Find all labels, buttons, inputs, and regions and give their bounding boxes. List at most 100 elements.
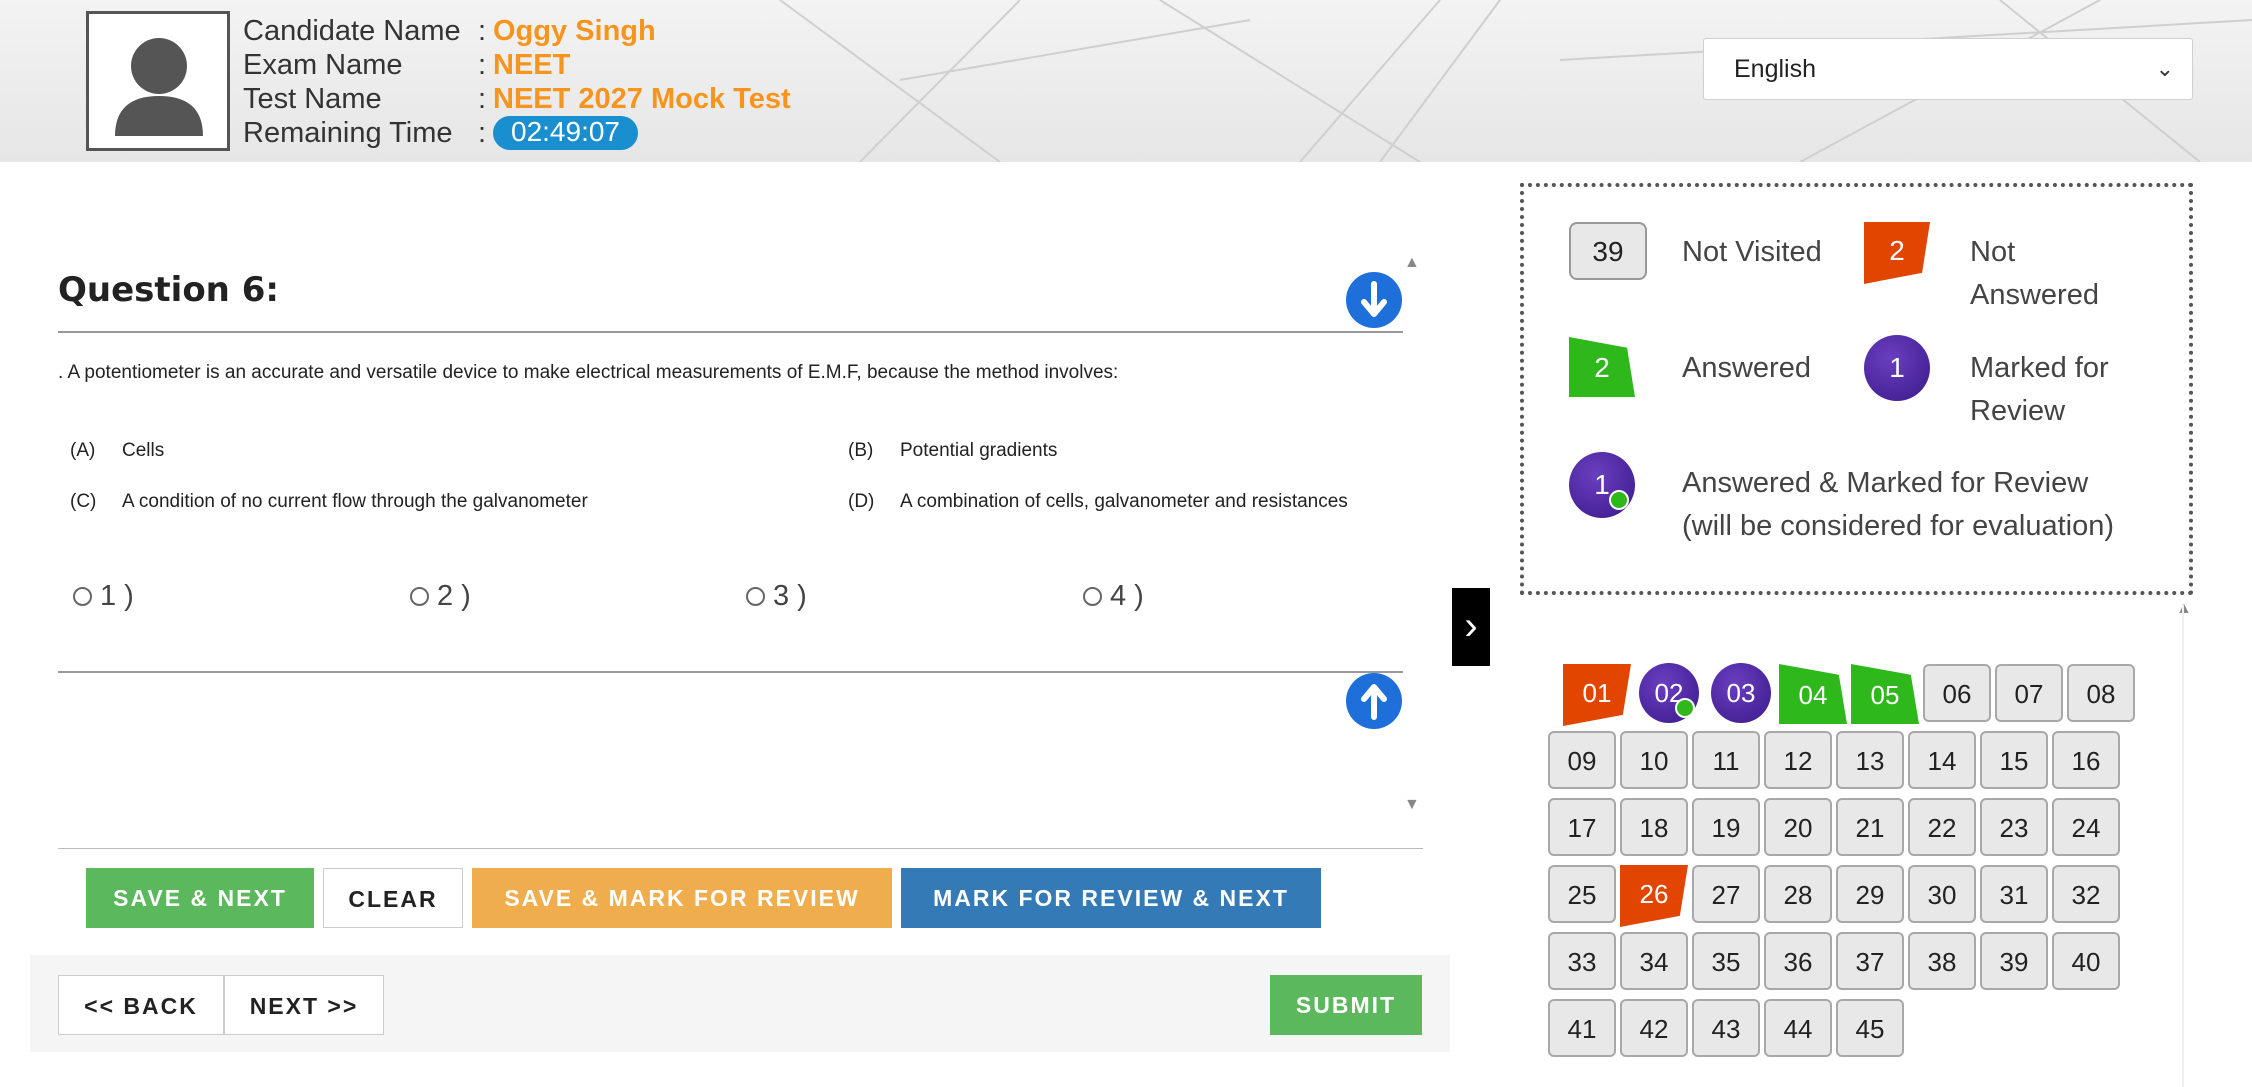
- palette-question-19[interactable]: 19: [1692, 798, 1760, 856]
- palette-question-33[interactable]: 33: [1548, 932, 1616, 990]
- palette-question-37[interactable]: 37: [1836, 932, 1904, 990]
- option-text: A condition of no current flow through t…: [122, 491, 588, 512]
- legend-answered-chip: 2: [1569, 337, 1635, 397]
- legend-text-line: Answered & Marked for Review: [1682, 467, 2089, 499]
- legend-count: 1: [1594, 469, 1610, 500]
- palette-question-24[interactable]: 24: [2052, 798, 2120, 856]
- palette-question-27[interactable]: 27: [1692, 865, 1760, 923]
- radio-circle[interactable]: [746, 587, 765, 606]
- palette-question-09[interactable]: 09: [1548, 731, 1616, 789]
- answered-tick-icon: [1675, 698, 1695, 718]
- palette-question-39[interactable]: 39: [1980, 932, 2048, 990]
- legend-marked-chip: 1: [1864, 335, 1930, 401]
- scroll-down-icon[interactable]: [1346, 272, 1402, 328]
- legend-not-answered-chip: 2: [1864, 222, 1930, 284]
- divider: [58, 671, 1403, 673]
- colon: :: [478, 83, 487, 115]
- colon: :: [478, 15, 487, 47]
- collapse-panel-toggle[interactable]: ›: [1452, 588, 1490, 666]
- palette-question-36[interactable]: 36: [1764, 932, 1832, 990]
- legend-text-line: Answered: [1970, 279, 2099, 311]
- option-key: (B): [848, 440, 874, 461]
- radio-label: 2 ): [437, 580, 471, 612]
- palette-question-25[interactable]: 25: [1548, 865, 1616, 923]
- header-bar: Candidate Name : Oggy Singh Exam Name : …: [0, 0, 2252, 162]
- radio-circle[interactable]: [410, 587, 429, 606]
- palette-question-20[interactable]: 20: [1764, 798, 1832, 856]
- palette-question-14[interactable]: 14: [1908, 731, 1976, 789]
- palette-question-30[interactable]: 30: [1908, 865, 1976, 923]
- mark-review-next-button[interactable]: MARK FOR REVIEW & NEXT: [901, 868, 1321, 928]
- palette-question-26[interactable]: 26: [1620, 865, 1688, 927]
- answer-radio-2[interactable]: 2 ): [410, 580, 471, 613]
- save-mark-review-button[interactable]: SAVE & MARK FOR REVIEW: [472, 868, 892, 928]
- clear-button[interactable]: CLEAR: [323, 868, 463, 928]
- legend-answered-marked-label: Answered & Marked for Review (will be co…: [1682, 462, 2114, 548]
- palette-question-04[interactable]: 04: [1779, 664, 1847, 724]
- palette-question-18[interactable]: 18: [1620, 798, 1688, 856]
- palette-question-34[interactable]: 34: [1620, 932, 1688, 990]
- scrollbar-up-arrow[interactable]: ▲: [1404, 254, 1420, 272]
- save-next-button[interactable]: SAVE & NEXT: [86, 868, 314, 928]
- scrollbar-down-arrow[interactable]: ▼: [1404, 796, 1420, 814]
- palette-question-41[interactable]: 41: [1548, 999, 1616, 1057]
- chevron-down-icon: ⌄: [2155, 56, 2174, 81]
- radio-circle[interactable]: [1083, 587, 1102, 606]
- status-legend: 39 Not Visited 2 Not Answered 2 Answered…: [1520, 183, 2193, 595]
- palette-question-17[interactable]: 17: [1548, 798, 1616, 856]
- legend-answered-label: Answered: [1682, 352, 1811, 384]
- palette-question-23[interactable]: 23: [1980, 798, 2048, 856]
- back-button[interactable]: << BACK: [58, 975, 224, 1035]
- palette-question-21[interactable]: 21: [1836, 798, 1904, 856]
- test-name-label: Test Name: [243, 83, 382, 115]
- palette-question-12[interactable]: 12: [1764, 731, 1832, 789]
- legend-text-line: (will be considered for evaluation): [1682, 510, 2114, 542]
- remaining-time-row: Remaining Time : 02:49:07: [243, 116, 791, 150]
- palette-question-22[interactable]: 22: [1908, 798, 1976, 856]
- exam-name-label: Exam Name: [243, 49, 403, 81]
- palette-question-08[interactable]: 08: [2067, 664, 2135, 722]
- palette-question-43[interactable]: 43: [1692, 999, 1760, 1057]
- radio-label: 4 ): [1110, 580, 1144, 612]
- user-silhouette-icon: [115, 38, 203, 136]
- colon: :: [478, 117, 487, 149]
- palette-question-11[interactable]: 11: [1692, 731, 1760, 789]
- answer-radio-4[interactable]: 4 ): [1083, 580, 1144, 613]
- next-button[interactable]: NEXT >>: [224, 975, 384, 1035]
- remaining-time-badge: 02:49:07: [493, 116, 638, 150]
- palette-question-15[interactable]: 15: [1980, 731, 2048, 789]
- language-select[interactable]: English ⌄: [1703, 38, 2193, 100]
- scroll-up-icon[interactable]: [1346, 673, 1402, 729]
- palette-question-44[interactable]: 44: [1764, 999, 1832, 1057]
- palette-scrollbar[interactable]: [2182, 605, 2184, 1087]
- divider: [58, 331, 1403, 333]
- palette-question-35[interactable]: 35: [1692, 932, 1760, 990]
- palette-question-05[interactable]: 05: [1851, 664, 1919, 724]
- radio-circle[interactable]: [73, 587, 92, 606]
- palette-question-10[interactable]: 10: [1620, 731, 1688, 789]
- option-text: Potential gradients: [900, 440, 1058, 461]
- palette-question-16[interactable]: 16: [2052, 731, 2120, 789]
- palette-question-01[interactable]: 01: [1563, 664, 1631, 726]
- answer-radio-1[interactable]: 1 ): [73, 580, 134, 613]
- legend-answered-marked-chip: 1: [1569, 452, 1635, 518]
- palette-question-28[interactable]: 28: [1764, 865, 1832, 923]
- palette-question-29[interactable]: 29: [1836, 865, 1904, 923]
- answered-tick-icon: [1609, 490, 1629, 510]
- palette-question-03[interactable]: 03: [1711, 663, 1771, 723]
- radio-label: 1 ): [100, 580, 134, 612]
- palette-question-40[interactable]: 40: [2052, 932, 2120, 990]
- palette-question-31[interactable]: 31: [1980, 865, 2048, 923]
- answer-radio-3[interactable]: 3 ): [746, 580, 807, 613]
- palette-question-45[interactable]: 45: [1836, 999, 1904, 1057]
- palette-question-32[interactable]: 32: [2052, 865, 2120, 923]
- submit-button[interactable]: SUBMIT: [1270, 975, 1422, 1035]
- option-key: (C): [70, 491, 97, 512]
- palette-question-07[interactable]: 07: [1995, 664, 2063, 722]
- palette-question-42[interactable]: 42: [1620, 999, 1688, 1057]
- palette-question-38[interactable]: 38: [1908, 932, 1976, 990]
- candidate-name-row: Candidate Name : Oggy Singh: [243, 14, 791, 48]
- legend-not-visited-chip: 39: [1569, 222, 1647, 280]
- palette-question-06[interactable]: 06: [1923, 664, 1991, 722]
- palette-question-13[interactable]: 13: [1836, 731, 1904, 789]
